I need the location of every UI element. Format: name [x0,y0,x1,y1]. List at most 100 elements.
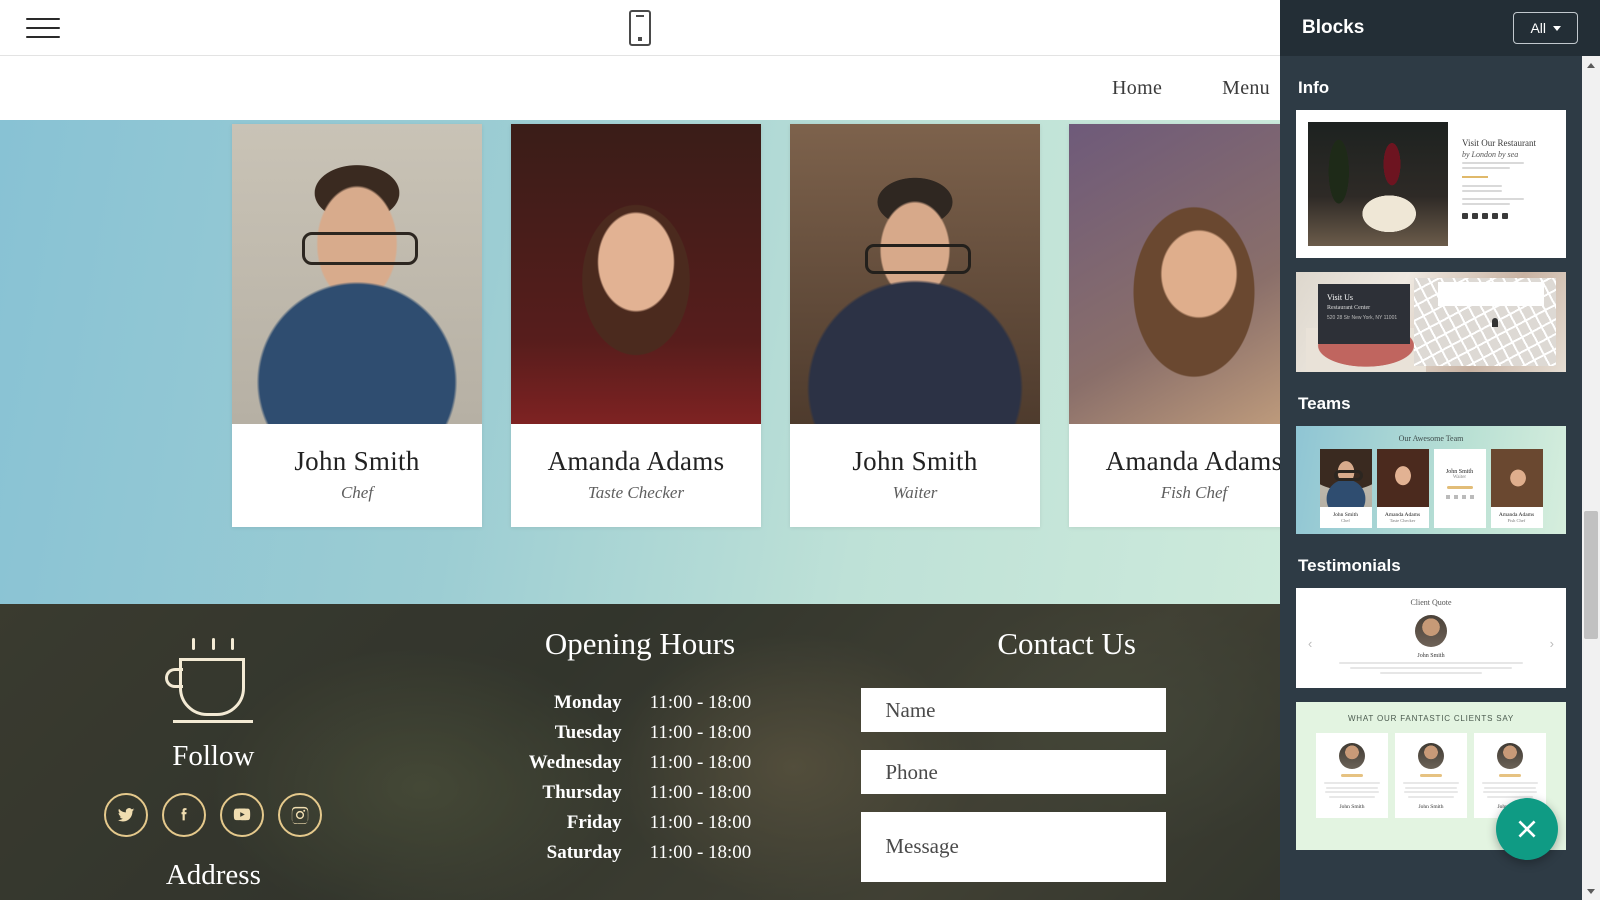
editor-toolbar [0,0,1280,56]
blocks-list[interactable]: Info Visit Our Restaurant by London by s… [1280,56,1582,900]
block-heading: Visit Our Restaurant [1462,138,1536,148]
facebook-icon[interactable] [162,793,207,837]
coffee-cup-icon [165,638,261,728]
block-thumb-map-card[interactable]: Visit Us Restaurant Center 520 28 Str Ne… [1296,272,1566,372]
mobile-device-icon[interactable] [629,9,651,46]
member-name: Amanda Adams [1384,512,1421,518]
footer-hours-column: Opening Hours Monday 11:00 - 18:00 Tuesd… [427,626,854,900]
nav-link-home[interactable]: Home [1112,77,1162,100]
footer-contact-column: Contact Us Name Phone Message [853,626,1280,900]
scrollbar-thumb[interactable] [1584,511,1598,639]
member-photo [1069,124,1280,424]
close-icon [1518,820,1536,838]
follow-title: Follow [172,740,255,772]
member-name: John Smith [852,446,978,476]
editor-window: Home Menu John Smith Chef Amanda Adams T… [0,0,1600,900]
block-thumb-quote-carousel[interactable]: Client Quote John Smith ‹ › [1296,588,1566,688]
category-filter-dropdown[interactable]: All [1513,12,1578,44]
block-heading: Our Awesome Team [1398,434,1464,443]
blocks-panel: Blocks All Info Visit Our Restaurant by … [1280,0,1600,900]
team-member-card[interactable]: John Smith Waiter [790,124,1040,527]
client-card: John Smith [1316,733,1388,818]
member-role: Chef [340,483,374,502]
member-name: Amanda Adams [1105,446,1280,476]
chevron-left-icon[interactable]: ‹ [1308,636,1312,651]
hours-row: Wednesday 11:00 - 18:00 [529,748,752,778]
member-photo [511,124,761,424]
avatar [1415,615,1447,647]
hours-row: Thursday 11:00 - 18:00 [529,778,751,808]
hours-day: Tuesday [554,722,622,743]
member-role: Waiter [1452,475,1467,480]
phone-field[interactable]: Phone [861,750,1167,794]
chevron-down-icon [1553,25,1561,31]
social-icon-row [1462,213,1550,219]
block-heading: Client Quote [1410,598,1452,607]
block-heading: WHAT OUR FANTASTIC CLIENTS SAY [1347,714,1515,723]
hours-day: Monday [554,692,622,713]
site-navigation: Home Menu [0,56,1280,120]
name-field[interactable]: Name [861,688,1167,732]
member-role: Fish Chef [1507,518,1526,523]
team-member-card[interactable]: John Smith Chef [232,124,482,527]
team-member-card[interactable]: Amanda Adams Taste Checker [511,124,761,527]
hours-time: 11:00 - 18:00 [649,692,752,713]
member-photo [790,124,1040,424]
hours-day: Saturday [546,842,622,863]
client-name: John Smith [1339,803,1365,810]
hamburger-menu-icon[interactable] [26,17,60,38]
block-thumb-info-card[interactable]: Visit Our Restaurant by London by sea [1296,110,1566,258]
group-title-info: Info [1298,78,1330,97]
scroll-up-arrow-icon[interactable] [1582,56,1600,74]
contact-us-title: Contact Us [997,626,1136,661]
hours-time: 11:00 - 18:00 [649,842,752,863]
footer-follow-column: Follow Address [0,626,427,900]
divider [1462,176,1488,178]
team-thumb-member: John Smith Waiter [1433,449,1486,528]
youtube-icon[interactable] [220,793,265,837]
panel-scrollbar[interactable] [1582,56,1600,900]
group-title-teams: Teams [1298,394,1351,413]
member-name: John Smith [294,446,420,476]
address-title: Address [165,859,261,891]
social-links [0,793,427,837]
member-photo [232,124,482,424]
message-field[interactable]: Message [861,812,1167,882]
hours-time: 11:00 - 18:00 [649,722,752,743]
member-name: Amanda Adams [1498,512,1535,518]
block-heading: Visit Us [1327,293,1353,302]
twitter-icon[interactable] [104,793,149,837]
hours-row: Saturday 11:00 - 18:00 [529,838,752,868]
panel-title: Blocks [1302,17,1365,38]
member-role: Chef [1341,518,1350,523]
instagram-icon[interactable] [278,793,323,837]
team-member-card[interactable]: Amanda Adams Fish Chef [1069,124,1280,527]
block-subheading: Restaurant Center [1327,305,1371,311]
nav-link-menu[interactable]: Menu [1222,77,1270,100]
member-name: John Smith [1333,512,1358,518]
member-role: Taste Checker [1389,518,1416,523]
close-panel-button[interactable] [1496,798,1558,860]
team-thumb-member: Amanda Adams Fish Chef [1490,449,1543,528]
site-preview-canvas: Home Menu John Smith Chef Amanda Adams T… [0,0,1280,900]
blocks-panel-header: Blocks All [1280,0,1600,56]
client-card: John Smith [1395,733,1467,818]
member-name: Amanda Adams [547,446,725,476]
chevron-right-icon[interactable]: › [1550,636,1554,651]
contact-form: Name Phone Message [853,688,1280,882]
block-thumb-team-card[interactable]: Our Awesome Team John Smith Chef Amanda … [1296,426,1566,534]
member-role: Fish Chef [1160,483,1228,502]
hours-time: 11:00 - 18:00 [649,752,752,773]
block-address: 520 28 Str New York, NY 11001 [1327,315,1398,321]
opening-hours-table: Monday 11:00 - 18:00 Tuesday 11:00 - 18:… [529,688,752,868]
hours-row: Friday 11:00 - 18:00 [529,808,752,838]
scroll-down-arrow-icon[interactable] [1582,882,1600,900]
avatar [1497,743,1523,769]
hours-day: Thursday [542,782,622,803]
hours-day: Wednesday [528,752,622,773]
opening-hours-title: Opening Hours [544,626,736,661]
team-cards-row: John Smith Chef Amanda Adams Taste Check… [0,120,1280,527]
member-role: Waiter [892,483,938,502]
group-title-testimonials: Testimonials [1298,556,1401,575]
client-name: John Smith [1418,803,1444,810]
